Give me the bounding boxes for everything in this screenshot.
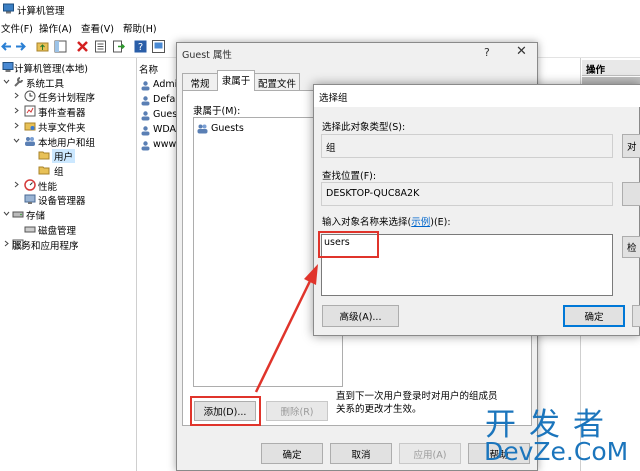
user-icon <box>141 141 150 151</box>
object-types-button[interactable]: 对 <box>622 134 640 158</box>
properties-icon[interactable] <box>94 40 107 53</box>
check-names-button[interactable]: 检 <box>622 236 640 258</box>
highlight-object-name <box>318 231 379 258</box>
member-of-label: 隶属于(M): <box>193 106 241 117</box>
chevron-right-icon[interactable] <box>12 121 21 130</box>
menu-file[interactable]: 文件(F) <box>1 21 33 35</box>
clock-icon <box>24 90 36 102</box>
chevron-down-icon[interactable] <box>12 136 21 145</box>
delete-icon[interactable] <box>76 40 89 53</box>
location-field: DESKTOP-QUC8A2K <box>321 182 613 206</box>
membership-note: 直到下一次用户登录时对用户的组成员关系的更改才生效。 <box>336 391 498 415</box>
chevron-down-icon[interactable] <box>2 77 11 86</box>
close-icon[interactable]: ✕ <box>516 44 527 59</box>
chevron-right-icon[interactable] <box>2 239 11 248</box>
back-arrow-icon[interactable] <box>0 40 13 53</box>
user-icon <box>141 111 150 121</box>
help-icon[interactable]: ? <box>134 40 147 53</box>
dialog-title-bar <box>314 85 640 107</box>
examples-link[interactable]: 示例 <box>411 217 430 228</box>
shared-folder-icon <box>24 122 36 131</box>
chevron-down-icon[interactable] <box>2 209 11 218</box>
dialog-title: 选择组 <box>319 93 348 104</box>
device-manager-icon <box>24 194 36 204</box>
users-icon <box>25 137 35 146</box>
folder-icon <box>38 166 50 175</box>
menu-help[interactable]: 帮助(H) <box>123 21 157 35</box>
chevron-right-icon[interactable] <box>12 180 21 189</box>
advanced-button[interactable]: 高级(A)... <box>322 305 399 327</box>
performance-icon <box>24 179 36 191</box>
chevron-right-icon[interactable] <box>12 91 21 100</box>
location-label: 查找位置(F): <box>322 171 377 182</box>
storage-icon <box>12 211 24 218</box>
export-icon[interactable] <box>112 40 125 53</box>
object-type-label: 选择此对象类型(S): <box>322 122 406 133</box>
tab-member-of[interactable]: 隶属于 <box>217 70 255 91</box>
group-icon <box>197 124 208 134</box>
object-type-field: 组 <box>321 134 613 158</box>
computer-management-icon <box>3 3 14 14</box>
dialog-title: Guest 属性 <box>182 50 232 61</box>
select-cancel-button[interactable] <box>632 305 640 327</box>
cancel-button[interactable]: 取消 <box>330 443 392 464</box>
highlight-add-button <box>190 396 261 426</box>
folder-icon <box>38 151 50 160</box>
computer-icon <box>2 62 14 72</box>
watermark-logo-en: DevZe.CoM <box>484 437 629 466</box>
user-icon <box>141 126 150 136</box>
show-hide-tree-icon[interactable] <box>54 40 67 53</box>
column-header-name[interactable]: 名称 <box>139 62 158 76</box>
title-bar <box>0 0 640 18</box>
disk-icon <box>24 226 36 233</box>
ok-button[interactable]: 确定 <box>261 443 323 464</box>
locations-button[interactable] <box>622 182 640 206</box>
dialog-help-icon[interactable]: ? <box>484 46 490 59</box>
event-viewer-icon <box>24 105 36 117</box>
user-icon <box>141 96 150 106</box>
svg-text:?: ? <box>138 42 143 53</box>
enter-object-names-label: 输入对象名称来选择(示例)(E): <box>322 217 451 228</box>
tab-general[interactable]: 常规 <box>182 73 218 90</box>
tools-icon <box>14 77 23 87</box>
forward-arrow-icon[interactable] <box>14 40 27 53</box>
select-ok-button[interactable]: 确定 <box>563 305 625 327</box>
user-icon <box>141 81 150 91</box>
actions-header: 操作 <box>582 60 640 76</box>
menu-action[interactable]: 操作(A) <box>39 21 72 35</box>
apply-button[interactable]: 应用(A) <box>399 443 461 464</box>
remove-button[interactable]: 删除(R) <box>266 401 328 421</box>
window-title: 计算机管理 <box>17 6 65 17</box>
chevron-right-icon[interactable] <box>12 106 21 115</box>
menu-bar: 文件(F) 操作(A) 查看(V) 帮助(H) <box>0 18 640 36</box>
tab-profile[interactable]: 配置文件 <box>254 73 300 90</box>
menu-view[interactable]: 查看(V) <box>81 21 114 35</box>
up-folder-icon[interactable] <box>36 40 49 53</box>
mmc-console-icon[interactable] <box>152 40 165 53</box>
